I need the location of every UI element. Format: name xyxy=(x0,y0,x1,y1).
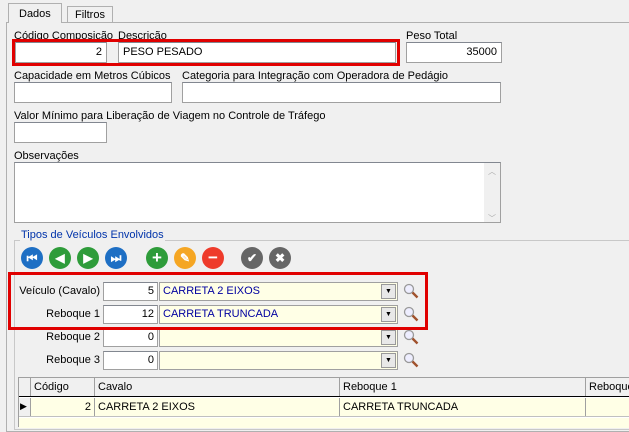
header-codigo[interactable]: Código xyxy=(31,378,95,396)
capacidade-input[interactable] xyxy=(14,82,172,103)
table-row[interactable]: ▶ 2 CARRETA 2 EIXOS CARRETA TRUNCADA xyxy=(19,398,629,417)
vehicle-row-label: Reboque 3 xyxy=(46,354,100,366)
tab-dados[interactable]: Dados xyxy=(8,3,62,23)
peso-input[interactable]: 35000 xyxy=(406,42,502,63)
tab-filtros[interactable]: Filtros xyxy=(67,6,113,22)
chevron-down-icon[interactable]: ▼ xyxy=(381,330,396,345)
highlight-box xyxy=(12,39,400,66)
header-reboque1[interactable]: Reboque 1 xyxy=(340,378,586,396)
cell-reboque xyxy=(586,398,629,416)
next-button[interactable]: ▶ xyxy=(77,247,99,269)
vehicle-code-input[interactable]: 0 xyxy=(103,351,158,370)
cell-cavalo: CARRETA 2 EIXOS xyxy=(95,398,340,416)
group-title: Tipos de Veículos Envolvidos xyxy=(20,229,165,241)
obs-label: Observações xyxy=(14,150,79,162)
cell-codigo: 2 xyxy=(31,398,95,416)
confirm-button[interactable]: ✔ xyxy=(241,247,263,269)
cancel-button[interactable]: ✖ xyxy=(269,247,291,269)
chevron-down-icon[interactable]: ▼ xyxy=(381,353,396,368)
valor-input[interactable] xyxy=(14,122,107,143)
cell-reboque1: CARRETA TRUNCADA xyxy=(340,398,586,416)
vehicle-type-combo[interactable]: ▼ xyxy=(159,328,398,347)
obs-scrollbar[interactable]: ︿ ﹀ xyxy=(484,163,500,223)
header-reboque[interactable]: Reboque xyxy=(586,378,629,396)
delete-button[interactable]: − xyxy=(202,247,224,269)
vehicle-highlight-box xyxy=(8,272,428,330)
vehicle-row-label: Reboque 2 xyxy=(46,331,100,343)
header-cavalo[interactable]: Cavalo xyxy=(95,378,340,396)
peso-label: Peso Total xyxy=(406,30,458,42)
first-button[interactable]: ⏮ xyxy=(21,247,43,269)
grid-header: Código Cavalo Reboque 1 Reboque xyxy=(19,378,629,397)
vehicle-type-combo[interactable]: ▼ xyxy=(159,351,398,370)
add-button[interactable]: + xyxy=(146,247,168,269)
edit-button[interactable]: ✎ xyxy=(174,247,196,269)
last-button[interactable]: ⏭ xyxy=(105,247,127,269)
search-icon[interactable] xyxy=(403,329,419,345)
capacidade-label: Capacidade em Metros Cúbicos xyxy=(14,70,171,82)
categoria-input[interactable] xyxy=(182,82,501,103)
search-icon[interactable] xyxy=(403,352,419,368)
row-indicator-icon: ▶ xyxy=(19,398,31,416)
data-grid[interactable]: Código Cavalo Reboque 1 Reboque ▶ 2 CARR… xyxy=(18,377,629,428)
obs-textarea[interactable] xyxy=(14,162,501,223)
vehicle-code-input[interactable]: 0 xyxy=(103,328,158,347)
categoria-label: Categoria para Integração com Operadora … xyxy=(182,70,449,82)
valor-label: Valor Mínimo para Liberação de Viagem no… xyxy=(14,110,326,122)
prev-button[interactable]: ◀ xyxy=(49,247,71,269)
